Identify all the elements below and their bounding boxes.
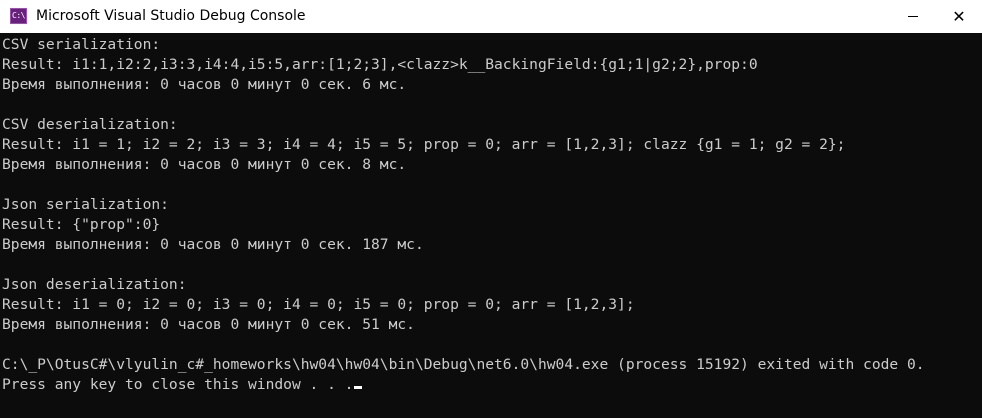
- console-line: Время выполнения: 0 часов 0 минут 0 сек.…: [2, 316, 415, 333]
- console-output[interactable]: CSV serialization: Result: i1:1,i2:2,i3:…: [0, 33, 972, 418]
- console-line: Время выполнения: 0 часов 0 минут 0 сек.…: [2, 156, 407, 173]
- console-line: Result: i1 = 1; i2 = 2; i3 = 3; i4 = 4; …: [2, 136, 846, 153]
- scrollbar-track[interactable]: [972, 33, 982, 418]
- console-line: Время выполнения: 0 часов 0 минут 0 сек.…: [2, 236, 424, 253]
- text-cursor: [354, 386, 363, 389]
- window-title: Microsoft Visual Studio Debug Console: [36, 8, 306, 24]
- console-prompt-line: Press any key to close this window . . .: [2, 375, 363, 395]
- close-icon: ✕: [952, 6, 966, 26]
- console-app-icon: C:\: [10, 8, 27, 24]
- console-prompt-text: Press any key to close this window . . .: [2, 376, 354, 393]
- console-line: Время выполнения: 0 часов 0 минут 0 сек.…: [2, 76, 407, 93]
- console-line: Json deserialization:: [2, 276, 187, 293]
- console-line: Json serialization:: [2, 196, 169, 213]
- close-button[interactable]: ✕: [936, 0, 982, 33]
- console-line: Result: {"prop":0}: [2, 216, 161, 233]
- console-line: CSV serialization:: [2, 36, 161, 53]
- title-bar[interactable]: C:\ Microsoft Visual Studio Debug Consol…: [0, 0, 982, 33]
- console-line: Result: i1 = 0; i2 = 0; i3 = 0; i4 = 0; …: [2, 296, 635, 313]
- console-line: C:\_P\OtusC#\vlyulin_c#_homeworks\hw04\h…: [2, 356, 925, 373]
- console-line: CSV deserialization:: [2, 116, 178, 133]
- debug-console-window: C:\ Microsoft Visual Studio Debug Consol…: [0, 0, 982, 418]
- minimize-button[interactable]: [890, 0, 936, 33]
- console-line: Result: i1:1,i2:2,i3:3,i4:4,i5:5,arr:[1;…: [2, 56, 758, 73]
- minimize-icon: [908, 16, 918, 17]
